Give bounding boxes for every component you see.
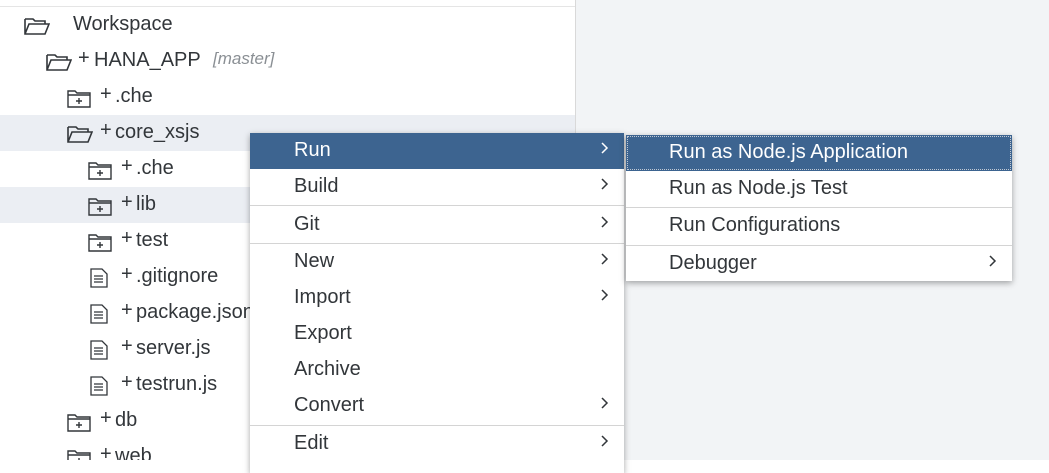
menu-item-label: Run (294, 139, 331, 161)
tree-item-label: .che (115, 85, 153, 107)
tree-item-label: package.json (136, 301, 254, 323)
menu-item-export[interactable]: Export (250, 316, 624, 352)
menu-item-run[interactable]: Run (250, 133, 624, 169)
menu-item-label: Convert (294, 394, 365, 416)
tree-row-hana-app[interactable]: + HANA_APP [master] (0, 43, 575, 79)
plus-icon: + (121, 155, 133, 177)
menu-item-git[interactable]: Git (250, 207, 624, 243)
chevron-right-icon (601, 216, 609, 228)
menu-item-archive[interactable]: Archive (250, 352, 624, 388)
menu-item-debugger[interactable]: Debugger (626, 246, 1012, 282)
chevron-right-icon (601, 253, 609, 265)
open-folder-icon (67, 124, 93, 144)
tree-item-label: web (115, 445, 152, 460)
tree-top-divider (0, 0, 575, 7)
menu-separator (250, 205, 624, 206)
tree-item-label: .che (136, 157, 174, 179)
plus-icon: + (78, 47, 90, 69)
menu-item-label: Run as Node.js Application (669, 141, 909, 163)
chevron-right-icon (601, 435, 609, 447)
plus-icon: + (121, 191, 133, 213)
chevron-right-icon (601, 397, 609, 409)
open-folder-icon (46, 52, 72, 72)
plus-icon: + (121, 263, 133, 285)
tree-item-label: db (115, 409, 138, 431)
plus-icon: + (121, 227, 133, 249)
menu-item-label: New (294, 250, 335, 272)
menu-item-label: Build (294, 175, 339, 197)
closed-folder-icon (67, 88, 91, 108)
menu-item-run-configurations[interactable]: Run Configurations (626, 208, 1012, 244)
chevron-right-icon (601, 178, 609, 190)
plus-icon: + (121, 299, 133, 321)
plus-icon: + (100, 119, 112, 141)
chevron-right-icon (989, 255, 997, 267)
file-icon (90, 340, 114, 360)
tree-row-che[interactable]: + .che (0, 79, 575, 115)
menu-item-label: Edit (294, 432, 329, 454)
menu-item-import[interactable]: Import (250, 280, 624, 316)
plus-icon: + (100, 407, 112, 429)
file-icon (90, 268, 114, 288)
git-branch-badge: [master] (213, 49, 275, 68)
context-menu: Run Build Git New Import Export Archive … (250, 133, 624, 473)
chevron-right-icon (601, 289, 609, 301)
tree-item-label: test (136, 229, 169, 251)
workspace-label: Workspace (73, 13, 173, 35)
tree-item-label: core_xsjs (115, 121, 200, 143)
menu-item-label: Archive (294, 358, 361, 380)
menu-item-edit[interactable]: Edit (250, 426, 624, 462)
closed-folder-icon (88, 196, 112, 216)
closed-folder-icon (67, 448, 91, 460)
menu-item-convert[interactable]: Convert (250, 388, 624, 424)
menu-item-label: Run Configurations (669, 214, 841, 236)
plus-icon: + (121, 371, 133, 393)
tree-item-label: .gitignore (136, 265, 219, 287)
plus-icon: + (121, 335, 133, 357)
tree-item-label: server.js (136, 337, 211, 359)
menu-item-label: Export (294, 322, 352, 344)
open-folder-icon (24, 16, 50, 36)
plus-icon: + (100, 83, 112, 105)
closed-folder-icon (88, 160, 112, 180)
menu-item-label: Run as Node.js Test (669, 177, 848, 199)
tree-row-workspace[interactable]: Workspace (0, 7, 575, 43)
tree-item-label: lib (136, 193, 157, 215)
file-icon (90, 376, 114, 396)
file-icon (90, 304, 114, 324)
menu-item-label: Import (294, 286, 351, 308)
closed-folder-icon (88, 232, 112, 252)
menu-item-new[interactable]: New (250, 244, 624, 280)
menu-item-run-nodejs-test[interactable]: Run as Node.js Test (626, 171, 1012, 207)
closed-folder-icon (67, 412, 91, 432)
tree-item-label: testrun.js (136, 373, 218, 395)
plus-icon: + (100, 443, 112, 460)
tree-item-label: HANA_APP (94, 49, 201, 71)
menu-item-build[interactable]: Build (250, 169, 624, 205)
run-submenu: Run as Node.js Application Run as Node.j… (626, 135, 1012, 281)
chevron-right-icon (601, 142, 609, 154)
menu-item-label: Git (294, 213, 320, 235)
menu-item-run-nodejs-application[interactable]: Run as Node.js Application (626, 135, 1012, 171)
menu-item-label: Debugger (669, 252, 757, 274)
